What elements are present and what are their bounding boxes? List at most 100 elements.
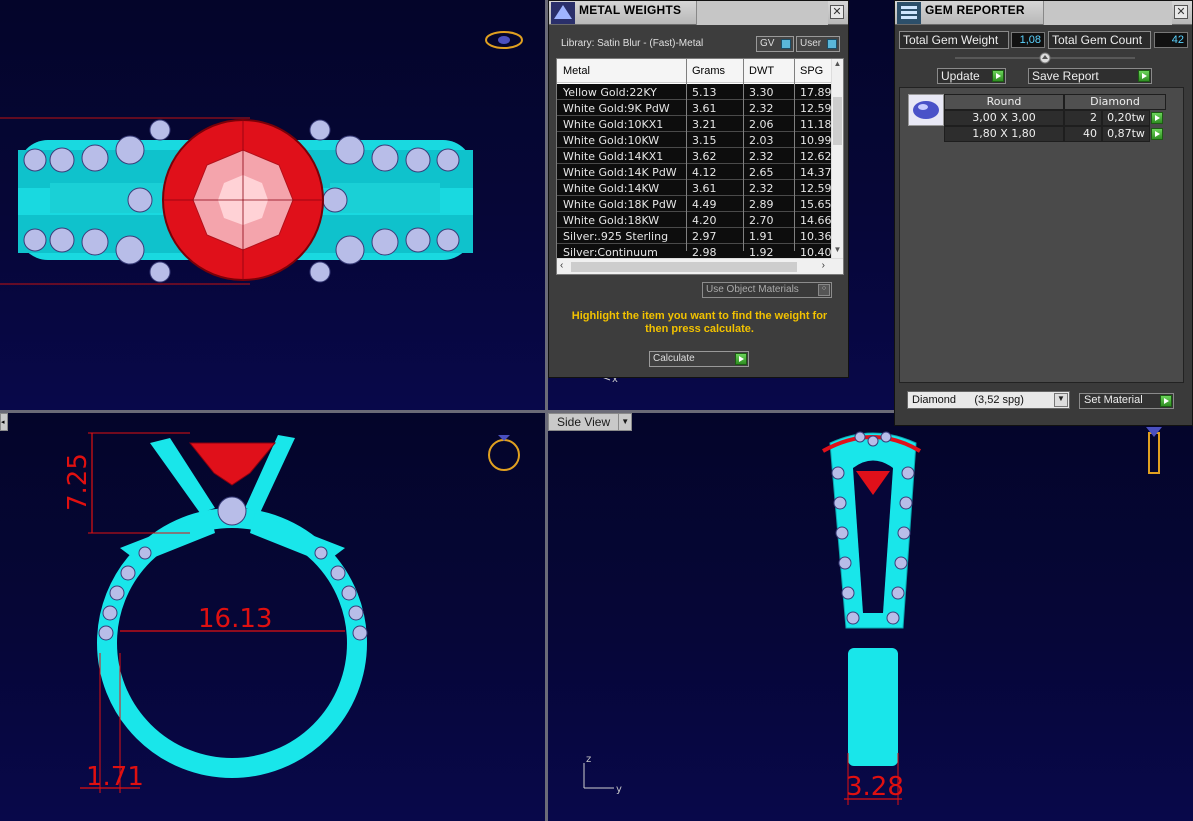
col-header-grams[interactable]: Grams — [692, 65, 725, 77]
scroll-left-icon[interactable]: ‹ — [560, 260, 563, 271]
metal-weights-titlebar[interactable]: METAL WEIGHTS ✕ — [549, 1, 848, 25]
table-row[interactable]: White Gold:18KW 4.20 2.70 14.66 — [557, 212, 833, 228]
play-icon[interactable] — [1151, 128, 1163, 140]
chevron-down-icon[interactable]: ○ — [818, 284, 830, 296]
cell-spg: 15.65 — [800, 198, 832, 211]
cell-grams: 2.97 — [692, 230, 717, 243]
cell-spg: 12.59 — [800, 182, 832, 195]
cell-metal: White Gold:9K PdW — [563, 102, 670, 115]
gem-row-weight: 0,87tw — [1102, 126, 1150, 142]
material-header: Diamond — [1064, 94, 1166, 110]
col-header-dwt[interactable]: DWT — [749, 65, 774, 77]
cell-metal: White Gold:14KW — [563, 182, 660, 195]
cell-dwt: 2.06 — [749, 118, 774, 131]
calculate-button[interactable]: Calculate — [649, 351, 749, 367]
col-header-spg[interactable]: SPG — [800, 65, 823, 77]
table-row[interactable]: Yellow Gold:22KY 5.13 3.30 17.89 — [557, 84, 833, 100]
table-row[interactable]: Silver:.925 Sterling 2.97 1.91 10.36 — [557, 228, 833, 244]
gem-reporter-icon — [897, 2, 921, 24]
scroll-thumb[interactable] — [571, 262, 797, 272]
gem-row-size[interactable]: 3,00 X 3,00 — [944, 110, 1064, 126]
viewport-top[interactable] — [0, 0, 545, 410]
update-label: Update — [941, 69, 980, 83]
cell-metal: Yellow Gold:22KY — [563, 86, 657, 99]
cell-dwt: 2.65 — [749, 166, 774, 179]
save-report-button[interactable]: Save Report — [1028, 68, 1152, 84]
total-gem-weight-label: Total Gem Weight — [903, 33, 999, 47]
total-gem-count-label-box: Total Gem Count — [1048, 31, 1151, 49]
cell-grams: 5.13 — [692, 86, 717, 99]
play-icon[interactable] — [1151, 112, 1163, 124]
total-gem-count-label: Total Gem Count — [1052, 33, 1143, 47]
cell-spg: 12.59 — [800, 102, 832, 115]
play-icon — [1160, 395, 1172, 407]
gem-reporter-titlebar[interactable]: GEM REPORTER ✕ — [895, 1, 1192, 25]
close-icon[interactable]: ✕ — [1174, 5, 1188, 19]
set-material-label: Set Material — [1084, 394, 1143, 406]
scroll-right-icon[interactable]: › — [822, 260, 825, 271]
metal-weights-icon — [551, 2, 575, 24]
table-row[interactable]: White Gold:14KX1 3.62 2.32 12.62 — [557, 148, 833, 164]
titlebar-fill — [696, 1, 828, 25]
cell-spg: 10.36 — [800, 230, 832, 243]
gv-toggle[interactable]: GV — [756, 36, 794, 52]
table-row[interactable]: White Gold:14K PdW 4.12 2.65 14.37 — [557, 164, 833, 180]
toggle-indicator — [781, 39, 791, 49]
ring-front-view: 7.25 16.13 1.71 — [63, 432, 520, 793]
dim-band-label: 1.71 — [86, 762, 144, 792]
cell-metal: Silver:.925 Sterling — [563, 230, 669, 243]
gem-row-size[interactable]: 1,80 X 1,80 — [944, 126, 1064, 142]
scroll-thumb[interactable] — [833, 97, 842, 145]
material-select[interactable]: Diamond (3,52 spg) ▼ — [907, 391, 1070, 409]
cell-dwt: 2.32 — [749, 102, 774, 115]
play-icon — [735, 353, 747, 365]
cell-dwt: 2.89 — [749, 198, 774, 211]
use-object-materials-select[interactable]: Use Object Materials ○ — [702, 282, 832, 298]
scroll-up-icon[interactable]: ▲ — [832, 59, 843, 71]
viewport-side[interactable]: Side View ▼ 3.28 z y — [548, 413, 1193, 821]
scroll-down-icon[interactable]: ▼ — [832, 245, 843, 257]
shape-header: Round — [944, 94, 1064, 110]
metal-table-vscroll[interactable]: ▲ ▼ — [831, 59, 843, 259]
update-button[interactable]: Update — [937, 68, 1006, 84]
titlebar-fill — [1043, 1, 1172, 25]
round-gem-icon — [908, 94, 944, 126]
table-row[interactable]: White Gold:10KX1 3.21 2.06 11.18 — [557, 116, 833, 132]
user-toggle[interactable]: User — [796, 36, 840, 52]
cell-grams: 3.62 — [692, 150, 717, 163]
viewport-front[interactable]: ◂ 7.25 16.13 1.71 — [0, 413, 545, 821]
cell-dwt: 1.91 — [749, 230, 774, 243]
cell-dwt: 2.03 — [749, 134, 774, 147]
chevron-down-icon[interactable]: ▼ — [1054, 393, 1068, 407]
play-icon — [1138, 70, 1150, 82]
table-row[interactable]: White Gold:10KW 3.15 2.03 10.99 — [557, 132, 833, 148]
col-separator — [794, 59, 795, 251]
cell-grams: 3.21 — [692, 118, 717, 131]
col-header-metal[interactable]: Metal — [563, 65, 590, 77]
cell-spg: 10.99 — [800, 134, 832, 147]
dim-width-label: 3.28 — [846, 772, 904, 802]
table-row[interactable]: White Gold:9K PdW 3.61 2.32 12.59 — [557, 100, 833, 116]
gem-reporter-title: GEM REPORTER — [925, 3, 1025, 17]
metal-table-hscroll[interactable]: ‹ › — [557, 258, 843, 274]
gem-row-weight: 0,20tw — [1102, 110, 1150, 126]
cell-grams: 4.49 — [692, 198, 717, 211]
axis-z-label: z — [586, 754, 591, 765]
metal-table[interactable]: Metal Grams DWT SPG Yellow Gold:22KY 5.13… — [556, 58, 844, 275]
total-gem-count-value: 42 — [1154, 32, 1188, 48]
cell-spg: 14.37 — [800, 166, 832, 179]
ring-top-view — [0, 31, 523, 285]
col-separator — [686, 59, 687, 251]
table-row[interactable]: White Gold:18K PdW 4.49 2.89 15.65 — [557, 196, 833, 212]
toggle-indicator — [827, 39, 837, 49]
use-object-materials-label: Use Object Materials — [706, 284, 799, 295]
collapse-divider[interactable] — [955, 51, 1135, 65]
dim-height-label: 7.25 — [63, 453, 93, 511]
set-material-button[interactable]: Set Material — [1079, 393, 1174, 409]
axis-y-label: y — [616, 784, 622, 795]
table-row[interactable]: White Gold:14KW 3.61 2.32 12.59 — [557, 180, 833, 196]
metal-table-header: Metal Grams DWT SPG — [557, 59, 843, 83]
gem-row-count: 40 — [1064, 126, 1102, 142]
close-icon[interactable]: ✕ — [830, 5, 844, 19]
gem-list[interactable]: Round Diamond 3,00 X 3,00 2 0,20tw 1,80 … — [899, 87, 1184, 383]
